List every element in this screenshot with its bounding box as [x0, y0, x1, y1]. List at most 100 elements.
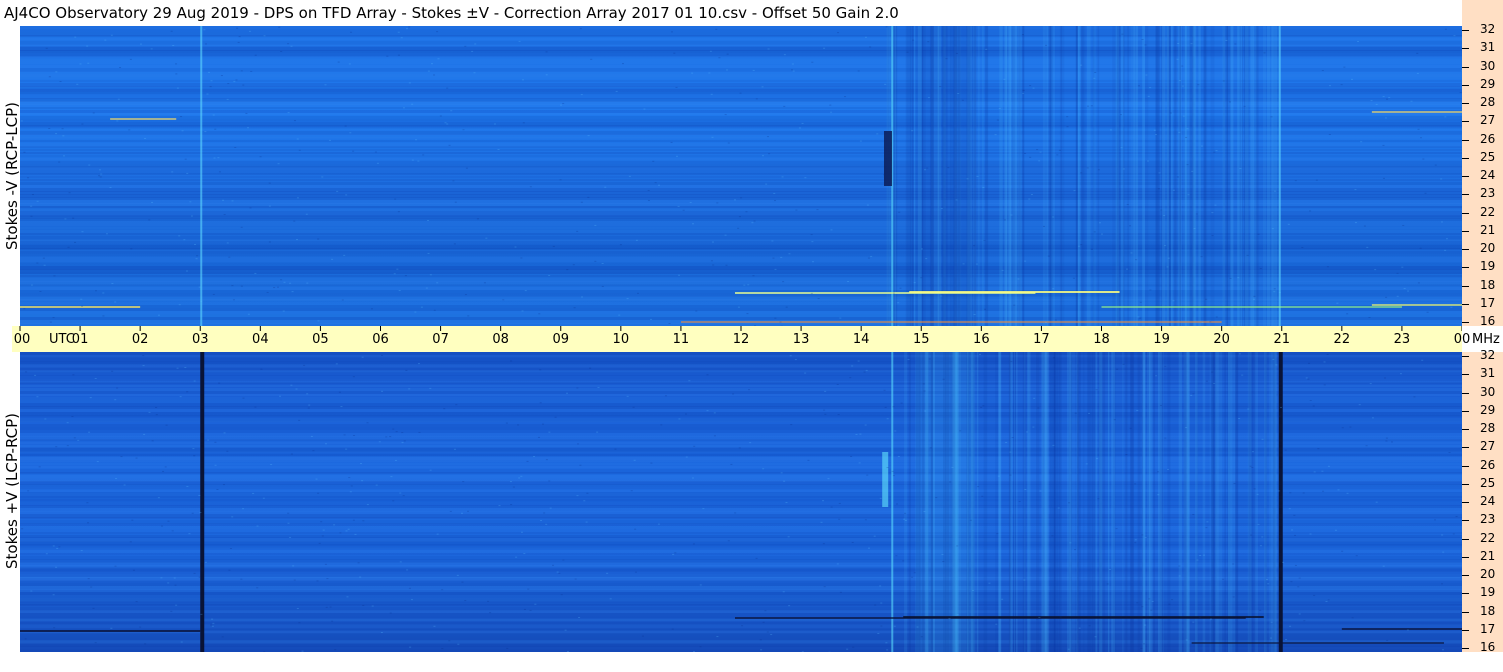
noise-speckle [678, 274, 681, 276]
noise-speckle [81, 305, 84, 307]
noise-speckle [231, 200, 234, 202]
noise-speckle [76, 83, 79, 85]
noise-speckle [449, 510, 452, 512]
activity-stripe [1142, 26, 1145, 326]
noise-speckle [1059, 616, 1062, 618]
frequency-band [20, 424, 1462, 427]
freq-tick-label: 29 [1480, 76, 1496, 91]
noise-speckle [1325, 600, 1328, 602]
noise-speckle [362, 520, 365, 522]
noise-speckle [1284, 449, 1287, 451]
noise-speckle [279, 395, 282, 397]
noise-speckle [718, 57, 721, 59]
activity-stripe [1192, 26, 1195, 326]
noise-speckle [1265, 579, 1268, 581]
noise-speckle [1259, 268, 1262, 270]
noise-speckle [506, 647, 509, 649]
noise-speckle [280, 279, 283, 281]
noise-speckle [56, 548, 59, 550]
noise-speckle [448, 144, 451, 146]
noise-speckle [830, 229, 833, 231]
noise-speckle [715, 28, 718, 30]
noise-speckle [1287, 223, 1290, 225]
noise-speckle [1080, 64, 1083, 66]
noise-speckle [527, 588, 530, 590]
noise-speckle [240, 578, 243, 580]
noise-speckle [167, 520, 170, 522]
noise-speckle [1294, 180, 1297, 182]
noise-speckle [942, 561, 945, 563]
activity-stripe [1014, 26, 1018, 326]
noise-speckle [128, 129, 131, 131]
noise-speckle [949, 481, 952, 483]
noise-speckle [626, 395, 629, 397]
freq-tick-label: 21 [1480, 548, 1496, 563]
noise-speckle [1052, 216, 1055, 218]
noise-speckle [1343, 66, 1346, 68]
activity-stripe [978, 26, 980, 326]
noise-speckle [1290, 581, 1293, 583]
noise-speckle [254, 54, 257, 56]
noise-speckle [296, 138, 299, 140]
noise-speckle [1096, 458, 1099, 460]
noise-speckle [1129, 225, 1132, 227]
activity-stripe [1224, 352, 1226, 652]
noise-speckle [142, 365, 145, 367]
noise-speckle [1444, 249, 1447, 251]
noise-speckle [573, 307, 576, 309]
activity-stripe [1239, 26, 1243, 326]
freq-tick-label: 28 [1480, 421, 1496, 435]
noise-speckle [1375, 103, 1378, 105]
noise-speckle [1036, 618, 1039, 620]
noise-speckle [1051, 535, 1054, 537]
noise-speckle [940, 207, 943, 209]
noise-speckle [545, 51, 548, 53]
noise-speckle [1085, 463, 1088, 465]
noise-speckle [188, 533, 191, 535]
activity-stripe [1112, 26, 1116, 326]
noise-speckle [995, 623, 998, 625]
noise-speckle [959, 430, 962, 432]
noise-speckle [446, 87, 449, 89]
noise-speckle [48, 76, 51, 78]
noise-speckle [256, 525, 259, 527]
noise-speckle [214, 441, 217, 443]
freq-tick-mark [1462, 483, 1469, 485]
noise-speckle [913, 572, 916, 574]
activity-stripe [1071, 352, 1076, 652]
frequency-band [20, 646, 1462, 649]
noise-speckle [975, 263, 978, 265]
signal-streak [1341, 628, 1462, 630]
noise-speckle [886, 418, 889, 420]
noise-speckle [811, 241, 814, 243]
noise-speckle [155, 414, 158, 416]
noise-speckle [74, 241, 77, 243]
noise-speckle [724, 114, 727, 116]
noise-speckle [955, 52, 958, 54]
time-tick-label: 07 [432, 332, 449, 347]
activity-stripe [1137, 352, 1141, 652]
noise-speckle [783, 54, 786, 56]
activity-stripe [1266, 26, 1271, 326]
noise-speckle [1298, 613, 1301, 615]
noise-speckle [157, 314, 160, 316]
noise-speckle [180, 116, 183, 118]
noise-speckle [1125, 268, 1128, 270]
noise-speckle [176, 367, 179, 369]
freq-tick-label: 21 [1480, 222, 1496, 237]
noise-speckle [340, 405, 343, 407]
noise-speckle [280, 51, 283, 52]
freq-tick-mark [1462, 157, 1469, 159]
noise-speckle [675, 155, 678, 157]
noise-speckle [867, 547, 870, 549]
noise-speckle [120, 456, 123, 458]
noise-speckle [389, 612, 392, 614]
noise-speckle [144, 643, 147, 645]
noise-speckle [216, 488, 219, 490]
noise-speckle [465, 167, 468, 169]
frequency-band [20, 604, 1462, 606]
frequency-band [20, 490, 1462, 492]
noise-speckle [493, 123, 496, 125]
noise-speckle [206, 93, 209, 95]
noise-speckle [242, 397, 245, 399]
